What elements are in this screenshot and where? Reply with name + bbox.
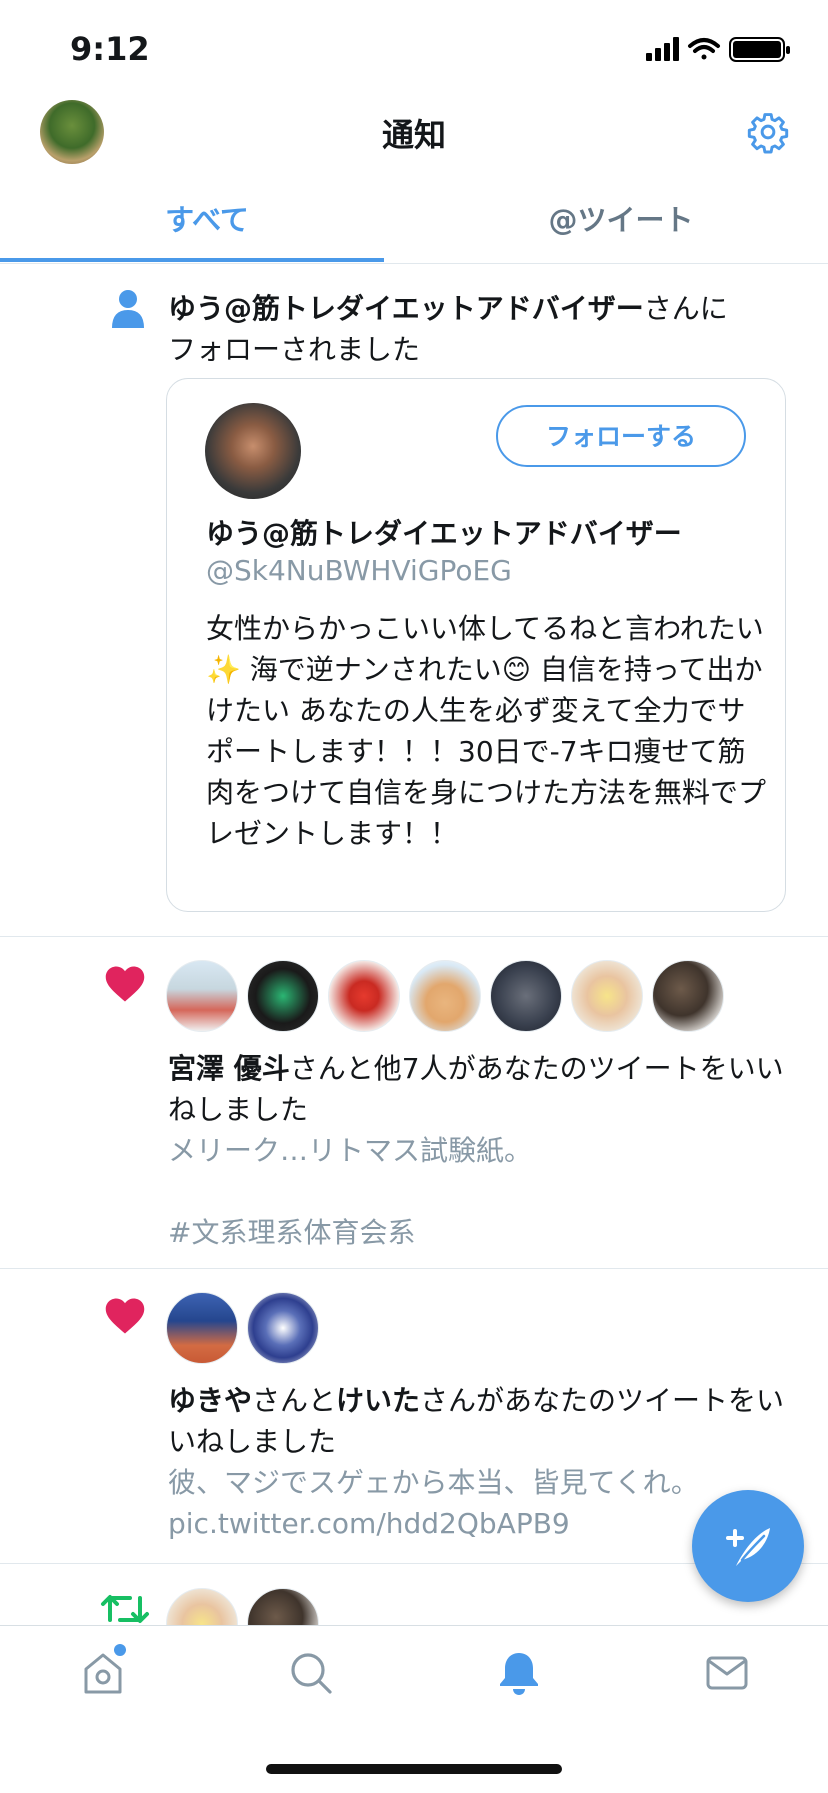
liked-tweet-text: 彼、マジでスゲェから本当、皆見てくれ。 (168, 1466, 699, 1499)
liker-avatar[interactable] (166, 1292, 238, 1364)
home-indicator (266, 1764, 562, 1774)
battery-icon (729, 37, 790, 62)
divider (0, 936, 828, 937)
follow-button[interactable]: フォローする (496, 405, 746, 467)
like-notification-text[interactable]: ゆきやさんとけいたさんがあなたのツイートをいいねしました (168, 1380, 788, 1462)
follower-name[interactable]: ゆう@筋トレダイエットアドバイザー (168, 292, 644, 325)
compose-tweet-icon (726, 1528, 770, 1566)
follower-avatar[interactable] (205, 403, 301, 499)
like-notification-text[interactable]: 宮澤 優斗さんと他7人があなたのツイートをいいねしました (168, 1048, 788, 1130)
liker-avatar[interactable] (409, 960, 481, 1032)
liked-tweet-hashtag[interactable]: #文系理系体育会系 (168, 1212, 788, 1253)
page-title: 通知 (381, 116, 446, 154)
mail-icon[interactable] (704, 1650, 750, 1696)
person-icon (112, 290, 144, 328)
home-icon[interactable] (80, 1650, 126, 1696)
liker-avatar[interactable] (328, 960, 400, 1032)
liked-tweet-text: メリーク…リトマス試験紙。 (168, 1134, 533, 1167)
status-icons (646, 37, 790, 62)
search-icon[interactable] (288, 1650, 334, 1696)
tab-mentions[interactable]: @ツイート (414, 180, 828, 262)
compose-tweet-button[interactable] (692, 1490, 804, 1602)
follow-suffix-2: フォローされました (168, 333, 421, 366)
liker-avatar[interactable] (571, 960, 643, 1032)
tab-all[interactable]: すべて (0, 180, 414, 262)
follow-notification-text[interactable]: ゆう@筋トレダイエットアドバイザーさんに フォローされました (168, 288, 788, 370)
liker-avatar[interactable] (490, 960, 562, 1032)
tab-active-indicator (0, 258, 384, 262)
liker-avatar[interactable] (166, 960, 238, 1032)
like-connector: さんと (252, 1384, 337, 1417)
retweet-icon (101, 1595, 149, 1623)
follow-suffix-1: さんに (643, 292, 728, 325)
liker-name[interactable]: けいた (336, 1384, 420, 1417)
card-display-name: ゆう@筋トレダイエットアドバイザー (206, 517, 682, 550)
gear-icon[interactable] (746, 110, 790, 154)
status-time: 9:12 (70, 30, 150, 68)
liker-name[interactable]: 宮澤 優斗 (168, 1052, 290, 1085)
wifi-icon (688, 38, 720, 60)
liker-name[interactable]: ゆきや (168, 1384, 252, 1417)
liker-avatar[interactable] (247, 960, 319, 1032)
new-content-dot (114, 1644, 126, 1656)
card-handle: @Sk4NuBWHViGPoEG (206, 554, 512, 587)
liker-avatar[interactable] (652, 960, 724, 1032)
liker-avatar[interactable] (247, 1292, 319, 1364)
signal-icon (646, 37, 679, 61)
heart-icon (105, 966, 145, 1002)
card-bio: 女性からかっこいい体してるねと言われたい✨ 海で逆ナンされたい😊 自信を持って出… (206, 612, 767, 850)
heart-icon (105, 1298, 145, 1334)
bell-icon[interactable] (496, 1650, 542, 1696)
divider (0, 1268, 828, 1269)
tab-divider (0, 263, 828, 264)
